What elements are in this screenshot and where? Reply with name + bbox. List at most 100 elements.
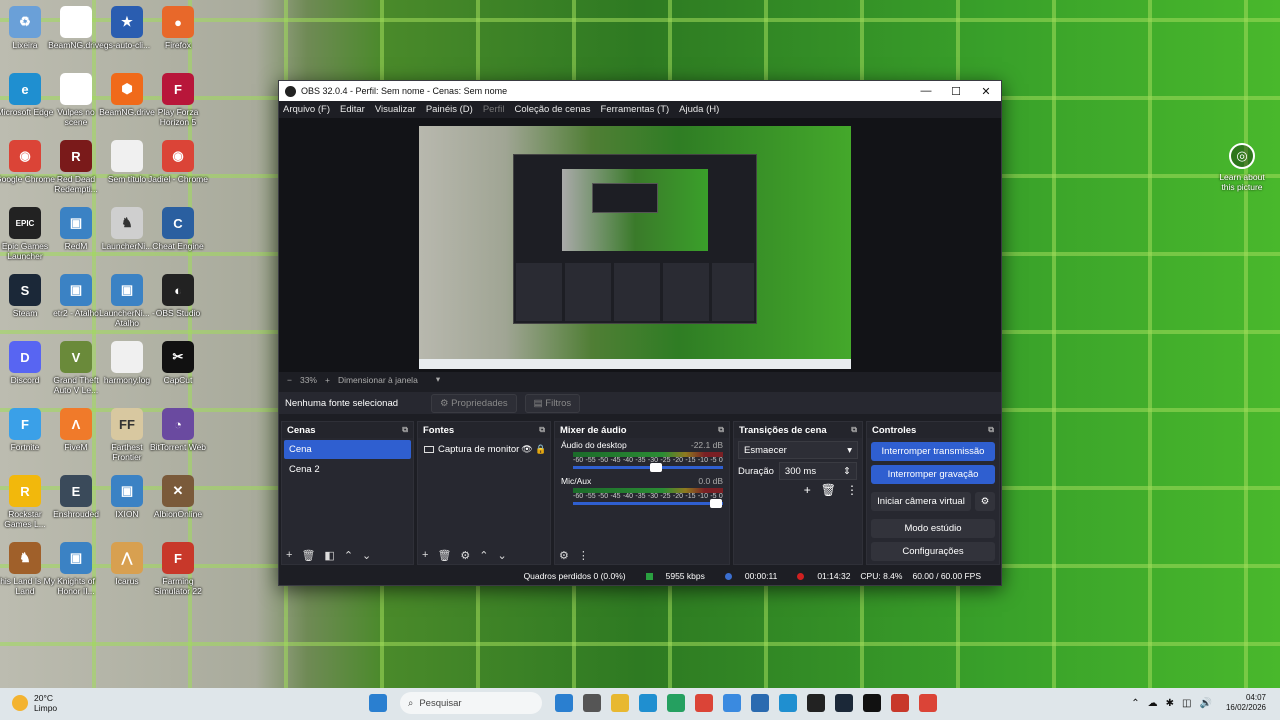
desktop-icon[interactable]: ◐ OBS Studio: [147, 274, 209, 318]
taskbar-app-icon[interactable]: [835, 694, 853, 712]
eye-icon[interactable]: 👁: [520, 444, 534, 455]
desktop-icon[interactable]: C Cheat Engine: [147, 207, 209, 251]
mixer-settings-icon[interactable]: ⚙: [559, 549, 569, 562]
gear-icon[interactable]: ⚙: [460, 549, 470, 562]
menu-docks[interactable]: Painéis (D): [426, 104, 473, 115]
taskbar-search[interactable]: ⌕ Pesquisar: [400, 692, 542, 714]
source-item[interactable]: Captura de monitor 👁 🔒: [420, 440, 548, 458]
zoom-out-button[interactable]: −: [287, 375, 292, 385]
taskbar-app-icon[interactable]: [667, 694, 685, 712]
volume-slider[interactable]: [573, 463, 723, 472]
scale-tick: -60: [573, 493, 584, 500]
bluetooth-icon[interactable]: ✱: [1166, 698, 1174, 709]
taskbar-app-icon[interactable]: [779, 694, 797, 712]
taskbar-app-icon[interactable]: [555, 694, 573, 712]
taskbar-app-icon[interactable]: [863, 694, 881, 712]
move-up-icon[interactable]: ⌃: [344, 549, 353, 562]
add-icon[interactable]: +: [804, 483, 811, 497]
volume-icon[interactable]: 🔊: [1200, 698, 1212, 709]
filters-button[interactable]: ▤ Filtros: [524, 393, 581, 413]
menu-profile[interactable]: Perfil: [483, 104, 505, 115]
taskbar-app-icon[interactable]: [807, 694, 825, 712]
add-icon[interactable]: +: [422, 549, 428, 561]
scene-item[interactable]: Cena 2: [284, 460, 411, 479]
chevron-down-icon[interactable]: ▾: [436, 374, 440, 385]
desktop-icon[interactable]: ✕ AlbionOnline: [147, 475, 209, 519]
scale-tick: -40: [622, 493, 634, 500]
duration-spinbox[interactable]: 300 ms ⇕: [778, 462, 857, 480]
chrome-icon: ◉: [9, 140, 41, 172]
menu-file[interactable]: Arquivo (F): [283, 104, 330, 115]
menu-view[interactable]: Visualizar: [375, 104, 416, 115]
taskbar-app-icon[interactable]: [611, 694, 629, 712]
chevron-up-icon[interactable]: ⌃: [1131, 698, 1139, 709]
rdr-icon: R: [60, 140, 92, 172]
file-icon: [60, 73, 92, 105]
zoom-mode[interactable]: Dimensionar à janela: [338, 375, 418, 385]
menu-tools[interactable]: Ferramentas (T): [601, 104, 670, 115]
move-down-icon[interactable]: ⌄: [498, 549, 507, 562]
add-icon[interactable]: +: [286, 549, 292, 561]
slider-knob[interactable]: [649, 463, 662, 472]
scale-tick: -50: [597, 493, 609, 500]
gear-icon[interactable]: ⚙: [975, 492, 995, 511]
preview-area[interactable]: [279, 118, 1001, 372]
source-toolbar: Nenhuma fonte selecionad ⚙ Propriedades …: [279, 392, 1001, 414]
cloud-icon[interactable]: ☁: [1148, 698, 1158, 709]
taskbar-app-icon[interactable]: [695, 694, 713, 712]
learn-about-picture[interactable]: ◎ Learn about this picture: [1212, 143, 1272, 192]
settings-button[interactable]: Configurações: [871, 542, 995, 561]
menu-edit[interactable]: Editar: [340, 104, 365, 115]
lock-icon[interactable]: 🔒: [534, 444, 548, 455]
trash-icon[interactable]: 🗑: [301, 549, 315, 562]
undock-icon[interactable]: ⧉: [539, 425, 545, 435]
preview-canvas[interactable]: [419, 126, 851, 369]
more-icon[interactable]: ⋮: [846, 483, 858, 497]
temperature: 20°C: [34, 693, 53, 703]
desktop-icon[interactable]: ● Firefox: [147, 6, 209, 50]
properties-button[interactable]: ⚙ Propriedades: [431, 393, 517, 413]
start-virtual-camera-button[interactable]: Iniciar câmera virtual: [871, 492, 971, 511]
desktop-icon[interactable]: F Farming Simulator 22: [147, 542, 209, 596]
desktop-icon[interactable]: ◉ Jadiel - Chrome: [147, 140, 209, 184]
trash-icon[interactable]: 🗑: [437, 549, 451, 562]
desktop-icon[interactable]: F Play Forza Horizon 5: [147, 73, 209, 127]
undock-icon[interactable]: ⧉: [718, 425, 724, 435]
transition-select[interactable]: Esmaecer ▾: [738, 441, 858, 459]
undock-icon[interactable]: ⧉: [402, 425, 408, 435]
volume-slider[interactable]: [573, 499, 723, 508]
menu-help[interactable]: Ajuda (H): [679, 104, 719, 115]
taskbar-app-icon[interactable]: [891, 694, 909, 712]
stop-streaming-button[interactable]: Interromper transmissão: [871, 442, 995, 461]
close-button[interactable]: ✕: [971, 85, 1001, 98]
stop-recording-button[interactable]: Interromper gravação: [871, 465, 995, 484]
desktop-icon[interactable]: ◔ BitTorrent Web: [147, 408, 209, 452]
studio-mode-button[interactable]: Modo estúdio: [871, 519, 995, 538]
clock[interactable]: 04:07 16/02/2026: [1226, 693, 1266, 713]
start-icon[interactable]: [369, 694, 387, 712]
spin-arrows-icon[interactable]: ⇕: [843, 466, 851, 477]
mixer-title: Mixer de áudio: [560, 424, 627, 436]
taskbar-app-icon[interactable]: [639, 694, 657, 712]
weather-widget[interactable]: 20°C Limpo: [12, 693, 57, 713]
slider-knob[interactable]: [709, 499, 722, 508]
zoom-in-button[interactable]: +: [325, 375, 330, 385]
taskbar-app-icon[interactable]: [751, 694, 769, 712]
filter-icon[interactable]: ◧: [324, 549, 334, 562]
taskbar-app-icon[interactable]: [583, 694, 601, 712]
scene-item[interactable]: Cena: [284, 440, 411, 459]
taskbar-app-icon[interactable]: [919, 694, 937, 712]
trash-icon[interactable]: 🗑: [821, 483, 836, 497]
more-icon[interactable]: ⋮: [578, 549, 589, 562]
minimize-button[interactable]: —: [911, 85, 941, 97]
move-down-icon[interactable]: ⌄: [362, 549, 371, 562]
desktop-icon[interactable]: ✂ CapCut: [147, 341, 209, 385]
taskbar-app-icon[interactable]: [723, 694, 741, 712]
menu-scene-collection[interactable]: Coleção de cenas: [514, 104, 590, 115]
forza-icon: F: [162, 73, 194, 105]
undock-icon[interactable]: ⧉: [988, 425, 994, 435]
network-icon[interactable]: ◫: [1182, 698, 1191, 709]
undock-icon[interactable]: ⧉: [851, 425, 857, 435]
move-up-icon[interactable]: ⌃: [479, 549, 488, 562]
maximize-button[interactable]: ☐: [941, 85, 971, 98]
